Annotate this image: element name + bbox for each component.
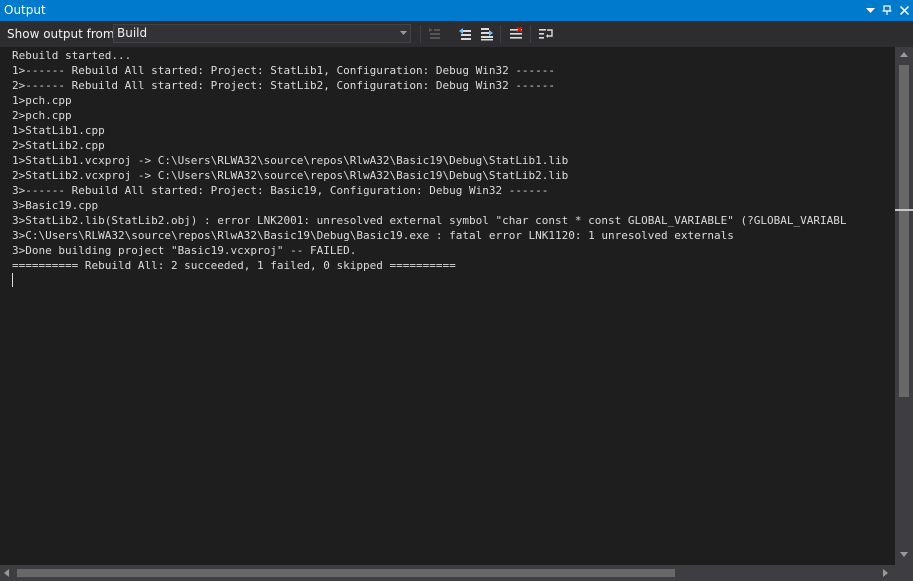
scroll-up-icon [900, 52, 908, 57]
output-toolbar: Show output from: Build [0, 21, 913, 47]
horizontal-scrollbar[interactable] [0, 565, 895, 581]
toggle-word-wrap-button[interactable] [537, 25, 555, 43]
output-line: 1>StatLib1.cpp [12, 124, 105, 137]
close-button[interactable] [896, 1, 912, 19]
output-line: 2>------ Rebuild All started: Project: S… [12, 79, 556, 92]
output-line: 1>StatLib1.vcxproj -> C:\Users\RLWA32\so… [12, 154, 569, 167]
find-message-icon [429, 28, 440, 39]
scroll-position-marker [895, 209, 913, 211]
output-line: 1>pch.cpp [12, 94, 72, 107]
chevron-down-icon [400, 31, 407, 35]
vertical-scroll-thumb[interactable] [899, 65, 909, 397]
go-to-previous-message-icon [459, 28, 471, 40]
text-caret [12, 273, 13, 287]
toolbar-separator [530, 25, 531, 43]
horizontal-scroll-thumb[interactable] [17, 569, 675, 577]
clear-all-icon [510, 27, 523, 39]
pin-icon [882, 5, 892, 15]
close-icon [899, 5, 909, 15]
caret-down-icon [865, 7, 875, 13]
output-line: 1>------ Rebuild All started: Project: S… [12, 64, 556, 77]
output-source-select[interactable]: Build [113, 24, 411, 43]
title-bar: Output [0, 0, 913, 21]
output-window: Output Show output from: Build Rebuild s… [0, 0, 913, 581]
output-line: 3>Done building project "Basic19.vcxproj… [12, 244, 357, 257]
output-line: Rebuild started... [12, 49, 132, 62]
scroll-left-icon [4, 569, 9, 577]
output-source-value: Build [117, 26, 148, 40]
output-line: 3>C:\Users\RLWA32\source\repos\RlwA32\Ba… [12, 229, 734, 242]
go-to-previous-message-button[interactable] [456, 25, 474, 43]
vertical-scrollbar[interactable] [895, 47, 913, 565]
output-line: 3>------ Rebuild All started: Project: B… [12, 184, 549, 197]
output-line: 3>StatLib2.lib(StatLib2.obj) : error LNK… [12, 214, 847, 227]
output-line: 3>Basic19.cpp [12, 199, 99, 212]
scrollbar-corner [895, 565, 913, 581]
toggle-word-wrap-icon [539, 29, 553, 39]
go-to-next-message-icon [481, 28, 493, 41]
output-line: 2>StatLib2.cpp [12, 139, 105, 152]
scroll-right-icon [883, 569, 888, 577]
show-output-from-label: Show output from: [7, 27, 119, 41]
find-message-button[interactable] [426, 25, 444, 43]
window-title: Output [4, 3, 46, 17]
output-line: ========== Rebuild All: 2 succeeded, 1 f… [12, 259, 456, 272]
toolbar-separator [420, 25, 421, 43]
output-log: Rebuild started... 1>------ Rebuild All s… [12, 48, 846, 273]
auto-hide-pin-button[interactable] [879, 1, 895, 19]
output-line: 2>StatLib2.vcxproj -> C:\Users\RLWA32\so… [12, 169, 569, 182]
toolbar-separator [500, 25, 501, 43]
go-to-next-message-button[interactable] [478, 25, 496, 43]
scroll-down-icon [900, 552, 908, 557]
clear-all-button[interactable] [507, 25, 525, 43]
output-line: 2>pch.cpp [12, 109, 72, 122]
window-position-dropdown-button[interactable] [862, 1, 878, 19]
output-text-area[interactable]: Rebuild started... 1>------ Rebuild All s… [0, 47, 895, 565]
